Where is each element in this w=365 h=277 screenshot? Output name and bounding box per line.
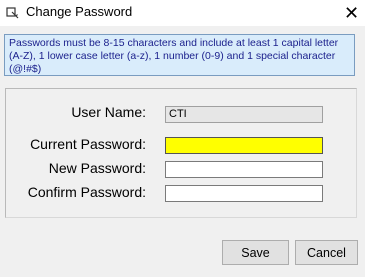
credentials-group: User Name: CTI Current Password: New Pas… xyxy=(5,88,357,218)
close-button[interactable]: ✕ xyxy=(338,0,365,26)
app-icon xyxy=(6,7,19,19)
window-title: Change Password xyxy=(26,4,133,19)
cancel-button-label: Cancel xyxy=(307,245,346,260)
confirm-password-label: Confirm Password: xyxy=(27,184,146,200)
save-button-label: Save xyxy=(241,245,270,260)
username-field: CTI xyxy=(165,106,323,123)
cancel-button[interactable]: Cancel xyxy=(295,240,358,265)
new-password-label: New Password: xyxy=(48,160,146,176)
close-icon: ✕ xyxy=(343,3,360,23)
current-password-field[interactable] xyxy=(165,137,323,154)
confirm-password-field[interactable] xyxy=(165,185,323,202)
save-button[interactable]: Save xyxy=(222,240,289,265)
username-label: User Name: xyxy=(71,104,146,120)
new-password-field[interactable] xyxy=(165,161,323,178)
current-password-label: Current Password: xyxy=(30,136,146,152)
title-bar: Change Password ✕ xyxy=(0,0,365,26)
password-requirements-note: Passwords must be 8-15 characters and in… xyxy=(4,34,355,76)
